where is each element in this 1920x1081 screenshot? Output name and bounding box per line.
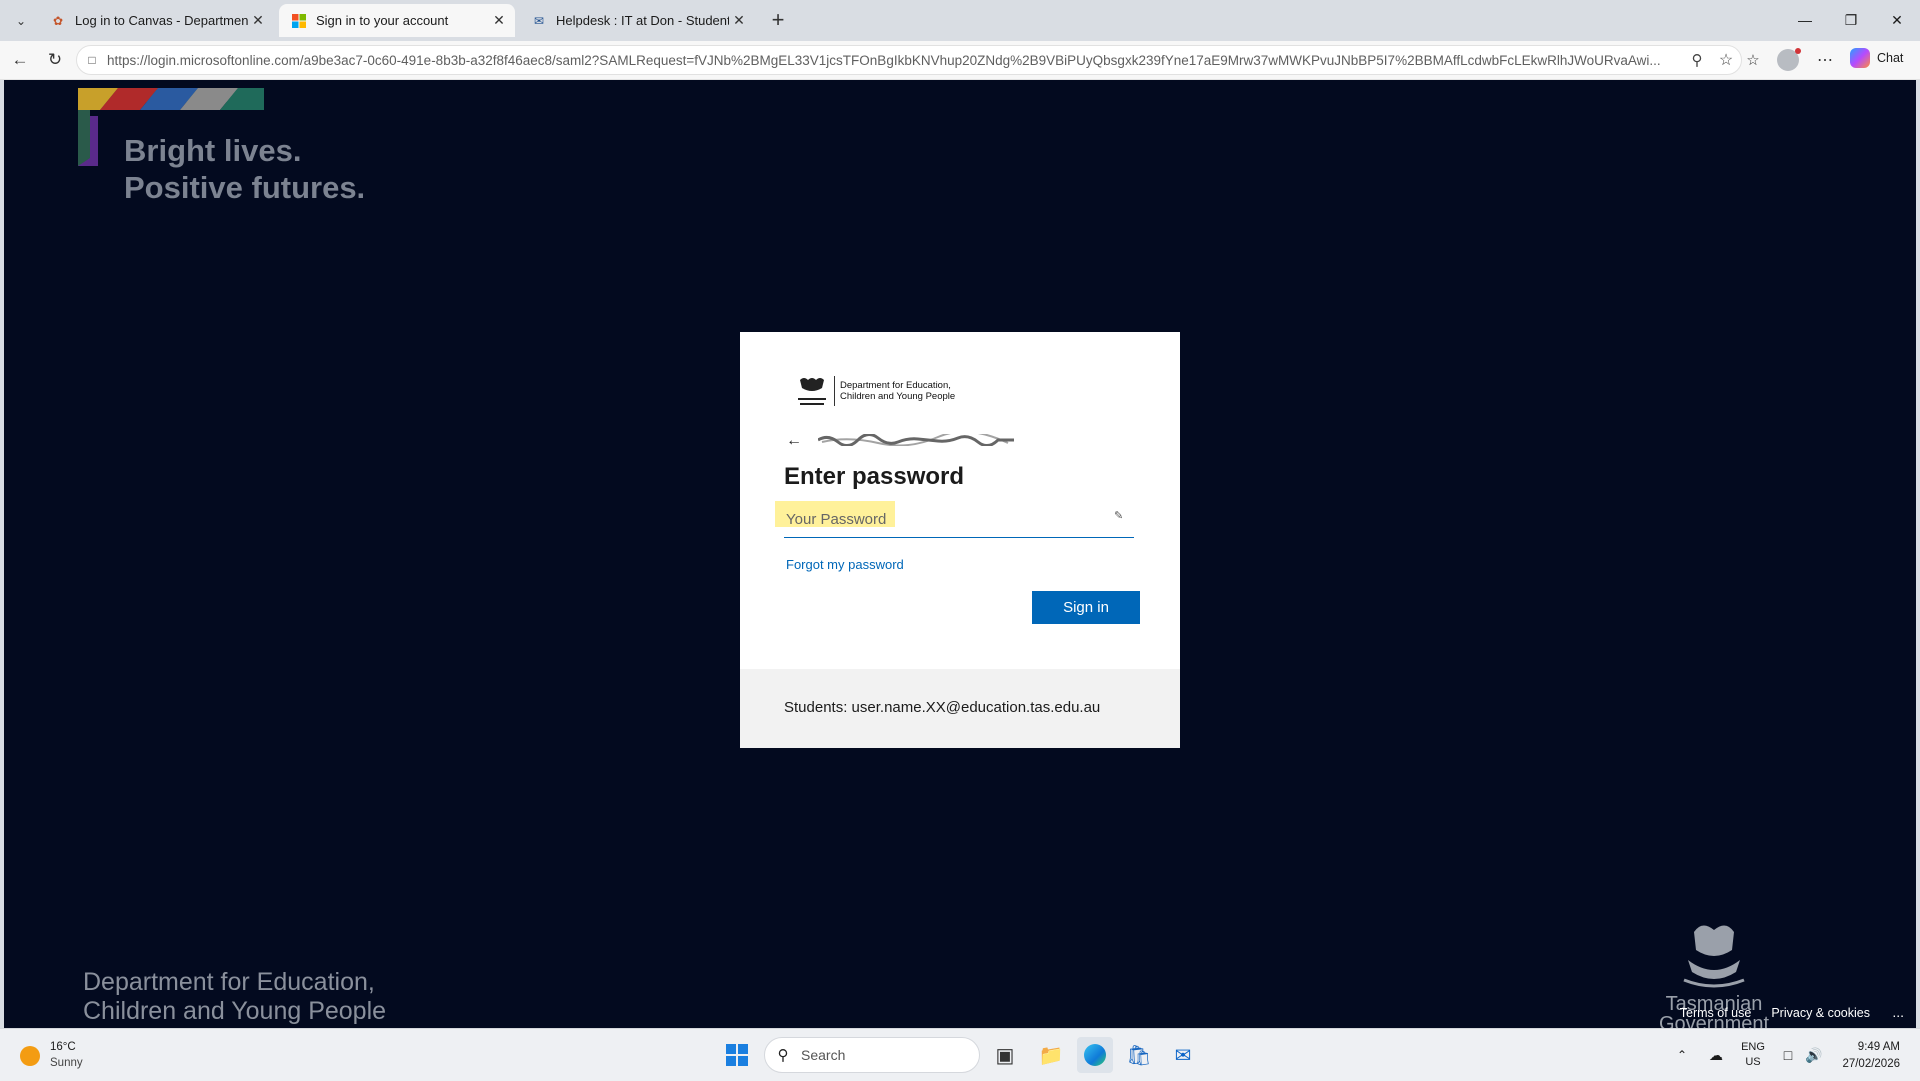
restore-icon[interactable]: ❐ [1828,0,1874,40]
back-arrow-icon[interactable]: ← [786,432,802,450]
terms-of-use-link[interactable]: Terms of use [1680,1006,1752,1020]
volume-icon[interactable]: 🔊 [1802,1029,1826,1081]
show-hidden-icons-chevron-icon[interactable]: ⌃ [1670,1029,1694,1081]
redacted-user-id [818,434,1014,446]
browser-toolbar: ← ↻ □ https://login.microsoftonline.com/… [0,41,1920,80]
department-name-line-1: Department for Education, [83,968,375,996]
search-placeholder: Search [801,1047,846,1063]
weather-temperature[interactable]: 16°C [50,1041,76,1053]
clock-date: 27/02/2026 [1842,1058,1900,1070]
language-indicator[interactable]: ENG US [1738,1029,1768,1081]
close-tab-icon[interactable]: ✕ [729,12,749,29]
canvas-favicon-icon: ✿ [52,13,64,28]
tagline: Bright lives. Positive futures. [124,132,365,206]
forgot-password-link[interactable]: Forgot my password [786,557,904,572]
site-info-icon[interactable]: □ [77,53,107,67]
task-view-icon[interactable]: ▣ [987,1037,1023,1073]
footer-more-button[interactable]: ... [1892,1004,1904,1020]
system-clock[interactable]: 9:49 AM 27/02/2026 [1842,1039,1900,1073]
sign-in-button[interactable]: Sign in [1032,591,1140,624]
more-menu-icon[interactable]: ⋯ [1810,45,1840,75]
page-title: Enter password [784,463,965,490]
helpdesk-favicon-icon: ✉ [533,13,545,28]
password-key-icon[interactable]: ⚲ [1683,51,1711,69]
favorites-icon[interactable]: ☆ [1738,45,1768,75]
close-window-icon[interactable]: ✕ [1874,0,1920,40]
windows-taskbar: 16°C Sunny ⚲ Search ▣ 📁 🛍 ✉ ⌃ ☁ ENG US □… [0,1028,1920,1081]
edge-logo-icon [1084,1044,1106,1066]
tab-list-chevron-icon[interactable]: ⌄ [6,6,36,36]
tab-helpdesk[interactable]: ✉ Helpdesk : IT at Don - Student Operati… [519,4,755,37]
org-name: Department for Education, Children and Y… [840,380,955,402]
search-icon: ⚲ [777,1047,789,1064]
minimize-icon[interactable]: — [1782,0,1828,40]
tasmanian-government-crest-icon [798,378,826,405]
tagline-line-2: Positive futures. [124,170,366,205]
tasmanian-devil-crest-icon [1683,925,1745,988]
privacy-cookies-link[interactable]: Privacy & cookies [1771,1006,1870,1020]
footer-links: Terms of use Privacy & cookies [1680,1006,1870,1020]
tab-title: Sign in to your account [316,13,449,28]
network-icon[interactable]: □ [1776,1029,1800,1081]
new-tab-icon[interactable]: + [763,5,793,35]
microsoft-favicon-icon [291,13,307,29]
tab-strip: ⌄ ✿ Log in to Canvas - Department for Ed… [0,0,1920,41]
copilot-chat-button[interactable]: Chat [1850,48,1903,68]
logo-divider [834,376,835,406]
microsoft-store-icon[interactable]: 🛍 [1121,1037,1157,1073]
close-tab-icon[interactable]: ✕ [248,12,268,29]
department-name-line-2: Children and Young People [83,997,387,1025]
back-icon[interactable]: ← [5,45,35,75]
url-text: https://login.microsoftonline.com/a9be3a… [107,52,1661,68]
profile-notification-dot [1795,48,1801,54]
tab-canvas-login[interactable]: ✿ Log in to Canvas - Department for Educ… [38,4,274,37]
address-bar[interactable]: □ https://login.microsoftonline.com/a9be… [76,45,1742,75]
reveal-password-icon[interactable]: ✎ [1114,509,1123,522]
clock-time: 9:49 AM [1857,1041,1900,1053]
sign-in-card-body: Department for Education, Children and Y… [740,332,1180,669]
file-explorer-icon[interactable]: 📁 [1033,1037,1069,1073]
tagline-line-1: Bright lives. [124,133,302,168]
org-name-line-2: Children and Young People [840,391,956,402]
page-background: Bright lives. Positive futures. Departme… [4,80,1916,1028]
onedrive-offline-icon[interactable]: ☁ [1702,1029,1730,1081]
sign-in-card-footer: Students: user.name.XX@education.tas.edu… [740,669,1180,748]
edge-browser-icon[interactable] [1077,1037,1113,1073]
outlook-icon[interactable]: ✉ [1165,1037,1201,1073]
language-line-2: US [1745,1056,1761,1068]
password-input[interactable] [784,503,1106,535]
windows-start-icon[interactable] [726,1044,748,1066]
weather-description[interactable]: Sunny [50,1057,83,1069]
chat-label: Chat [1877,51,1904,65]
password-field-wrapper: ✎ [775,501,1134,538]
favorite-star-icon[interactable]: ☆ [1711,50,1741,70]
org-name-line-1: Department for Education, [840,380,951,391]
sign-in-card: Department for Education, Children and Y… [740,332,1180,748]
language-line-1: ENG [1741,1041,1765,1053]
tab-title: Log in to Canvas - Department for Educat… [75,13,248,28]
refresh-icon[interactable]: ↻ [40,45,70,75]
copilot-icon [1850,48,1870,68]
tab-title: Helpdesk : IT at Don - Student Operation… [556,13,729,28]
sunny-weather-icon[interactable] [20,1046,40,1066]
tab-sign-in[interactable]: Sign in to your account ✕ [279,4,515,37]
department-name: Department for Education, Children and Y… [83,968,386,1026]
close-tab-icon[interactable]: ✕ [489,12,509,29]
students-hint-text: Students: user.name.XX@education.tas.edu… [784,699,1101,716]
taskbar-search[interactable]: ⚲ Search [764,1037,980,1073]
